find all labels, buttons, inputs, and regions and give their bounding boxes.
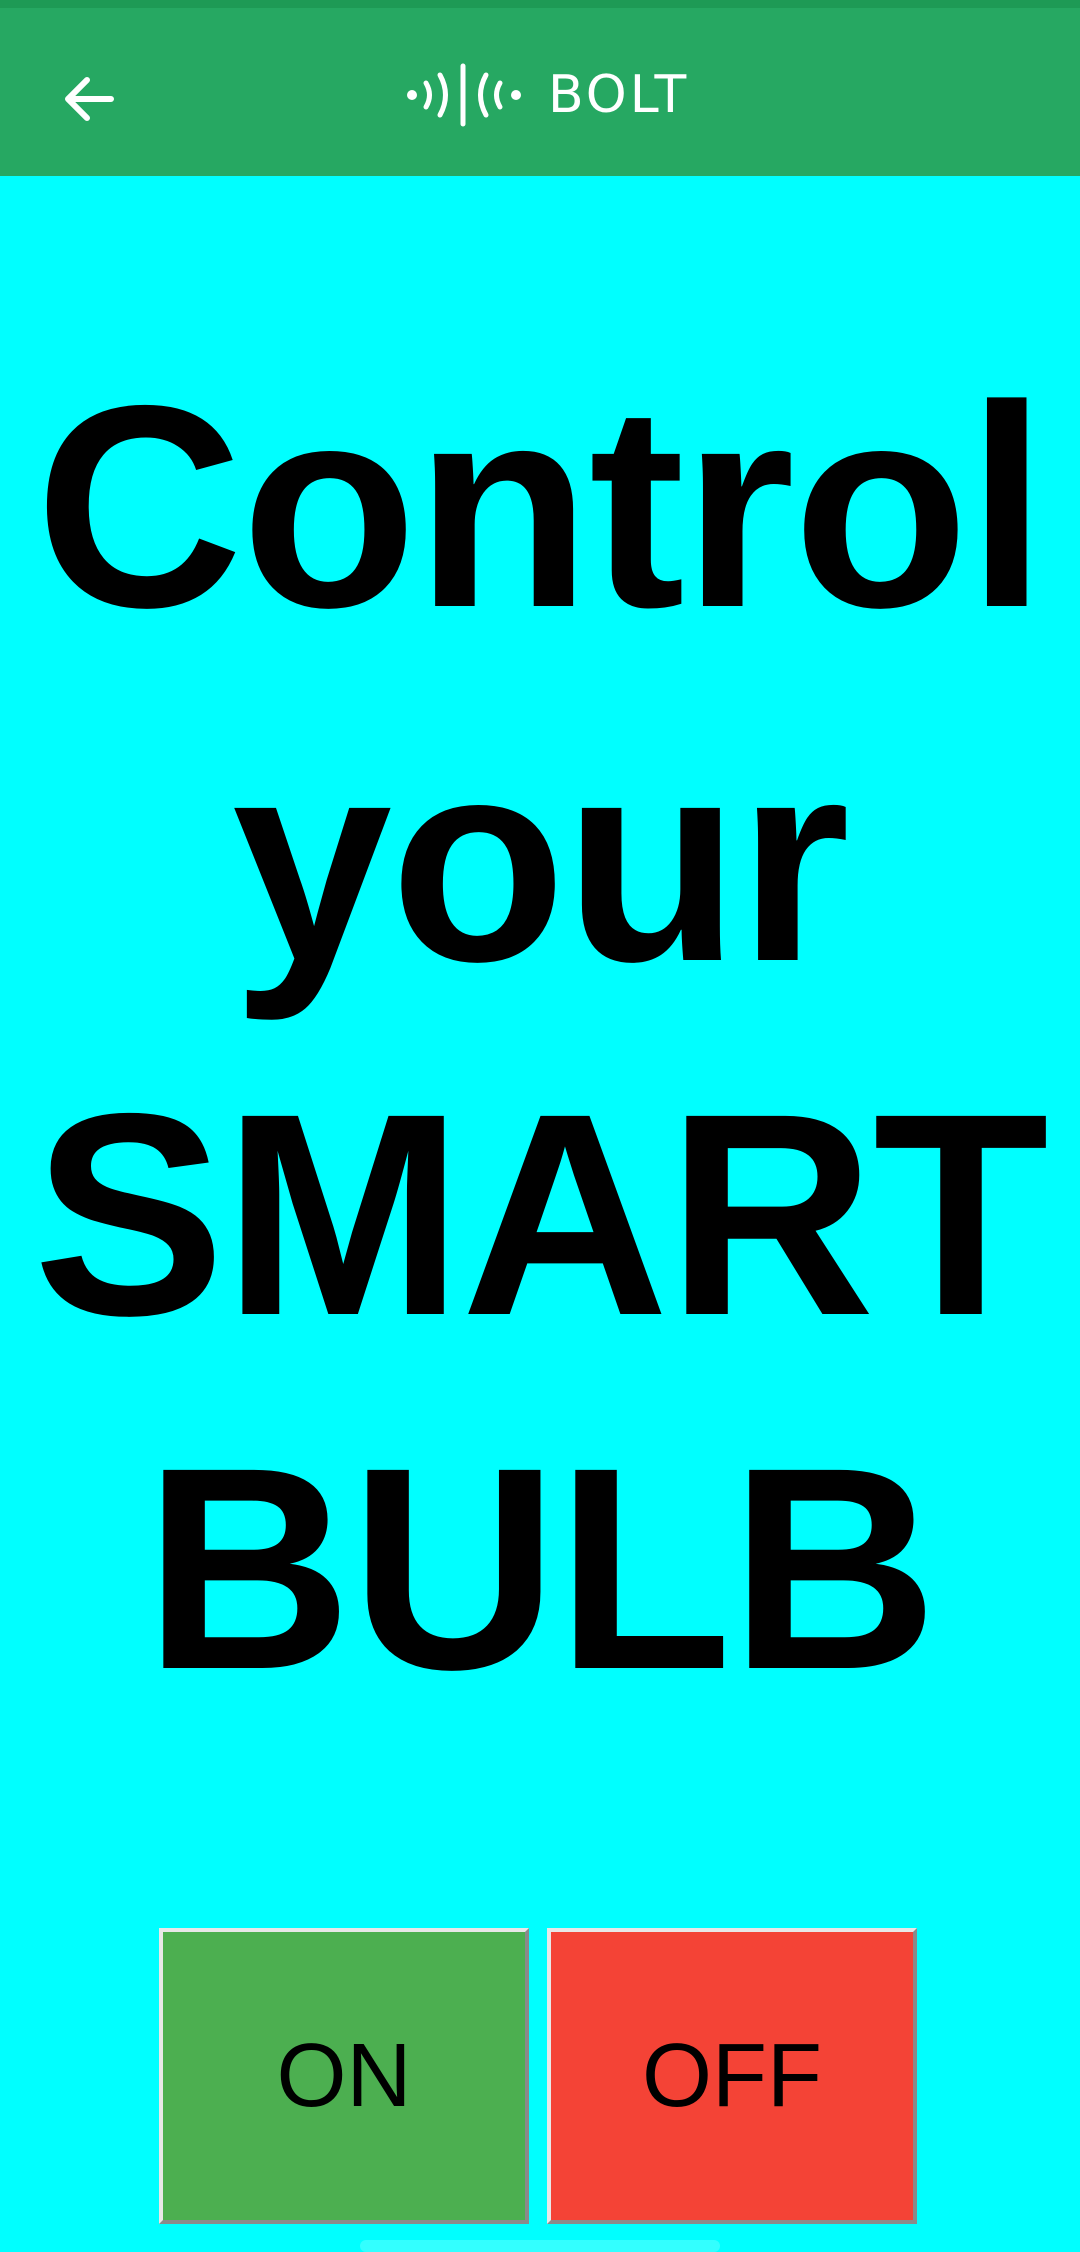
headline-line-2: your	[231, 700, 850, 1022]
status-bar	[0, 0, 1080, 8]
off-button[interactable]: OFF	[547, 1928, 917, 2224]
headline-line-1: Control	[35, 346, 1047, 668]
control-buttons: ON OFF	[159, 1928, 921, 2228]
on-button[interactable]: ON	[159, 1928, 529, 2224]
bolt-signal-icon	[407, 63, 521, 127]
app-bar: BOLT	[0, 8, 1080, 176]
arrow-left-icon	[65, 77, 114, 121]
gesture-nav-bar[interactable]	[360, 2240, 720, 2252]
headline-line-3: SMART	[33, 1054, 1049, 1376]
logo-text: BOLT	[548, 65, 690, 125]
bolt-logo: BOLT	[404, 60, 689, 130]
page-headline: Control your SMART BULB	[0, 330, 1080, 1746]
back-button[interactable]	[44, 54, 134, 144]
headline-line-4: BULB	[144, 1408, 938, 1730]
